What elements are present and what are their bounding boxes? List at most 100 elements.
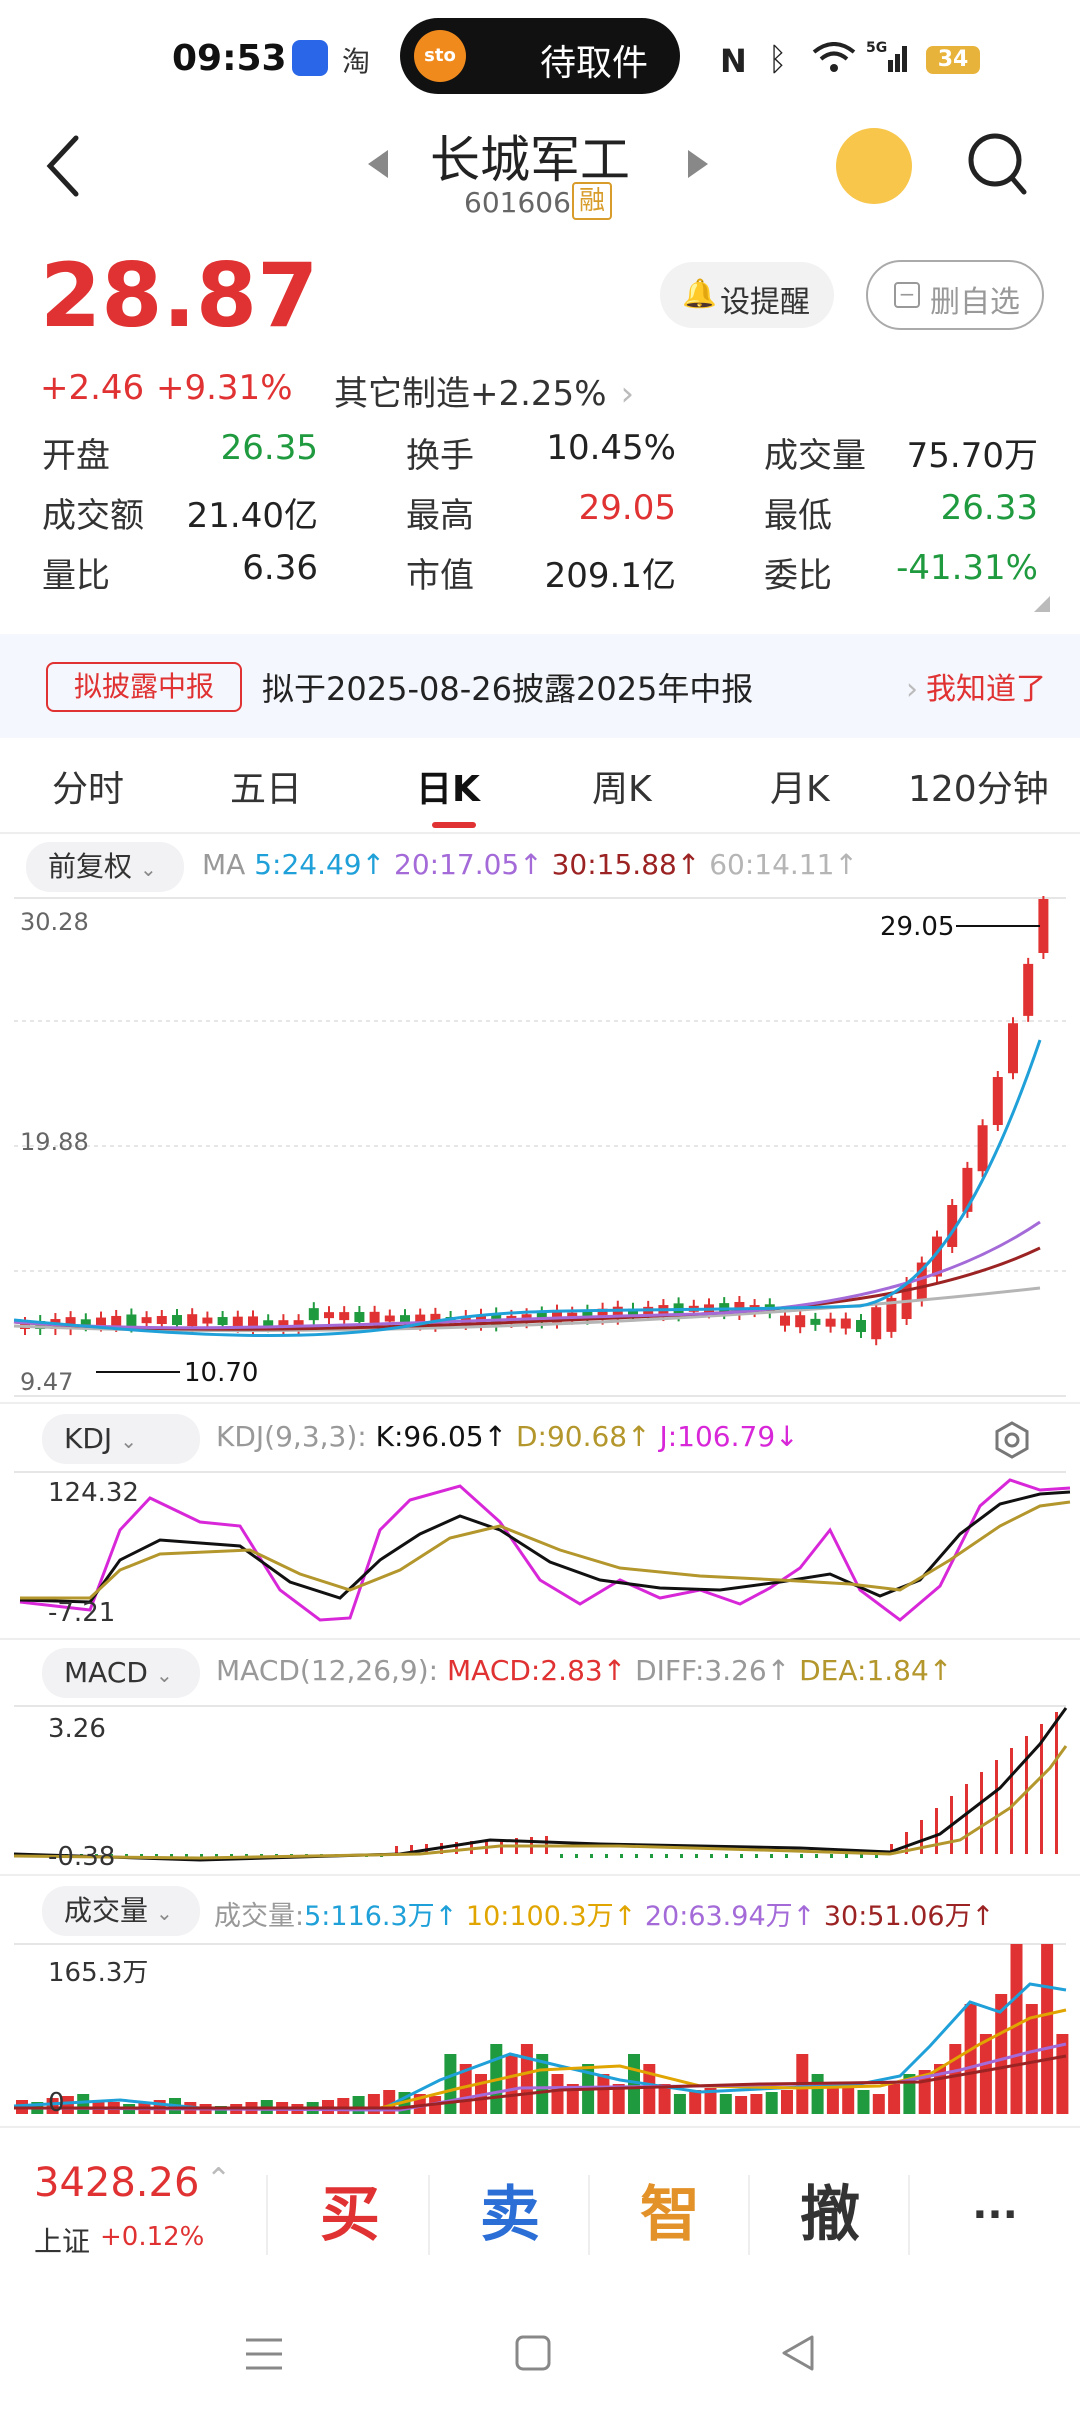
macd-chart[interactable]: [0, 1704, 1080, 1872]
macd-bar: [740, 1854, 743, 1858]
volume-bar: [520, 2044, 533, 2114]
macd-bar: [605, 1854, 608, 1858]
volume-prefix: 成交量:: [214, 1901, 305, 1932]
volume-bar: [750, 2094, 763, 2114]
macd-bar: [695, 1854, 698, 1858]
notice-badge: 拟披露中报: [46, 662, 242, 712]
expand-corner-icon[interactable]: [1034, 596, 1050, 612]
stat-label: 委比: [764, 556, 832, 596]
smart-button[interactable]: 智: [590, 2160, 750, 2270]
stock-header: 长城军工 601606 融: [0, 120, 1080, 240]
volume-bar: [505, 2054, 518, 2114]
up-arrow-icon: ↑: [928, 1654, 953, 1687]
sector-name: 其它制造: [334, 374, 470, 414]
nfc-icon: N: [720, 42, 747, 80]
volume-bar: [1041, 1944, 1054, 2114]
back-icon[interactable]: [780, 2334, 816, 2372]
stat-value: 21.40亿: [186, 496, 318, 536]
set-alert-button[interactable]: 🔔 设提醒: [660, 262, 834, 328]
mascot-icon[interactable]: [836, 128, 912, 204]
tab-0[interactable]: 分时: [52, 760, 124, 812]
svg-text:5G: 5G: [866, 40, 887, 56]
cancel-order-button[interactable]: 撤: [750, 2160, 910, 2270]
menu-icon[interactable]: [244, 2336, 284, 2372]
stat-value: 75.70万: [906, 436, 1038, 476]
up-arrow-icon: ↑: [483, 1420, 508, 1453]
up-arrow-icon: ↑: [519, 848, 543, 881]
tab-1[interactable]: 五日: [230, 760, 302, 812]
kdj-dropdown[interactable]: KDJ ⌄: [42, 1414, 200, 1464]
ma-label: MA: [202, 848, 246, 881]
dismiss-notice-link[interactable]: › 我知道了: [906, 664, 1046, 708]
sector-link[interactable]: 其它制造+2.25% ›: [334, 366, 634, 415]
dynamic-island[interactable]: sto 待取件: [400, 18, 680, 94]
chevron-right-icon: ›: [620, 374, 635, 414]
separator: [266, 2175, 268, 2255]
tab-3[interactable]: 周K: [592, 760, 652, 812]
home-icon[interactable]: [514, 2334, 552, 2372]
volume-legend: 成交量:5:116.3万↑ 10:100.3万↑ 20:63.94万↑ 30:5…: [214, 1894, 994, 1933]
up-arrow-icon: ↑: [627, 1420, 651, 1453]
volume-bar: [551, 2074, 564, 2114]
candlestick-chart[interactable]: [0, 896, 1080, 1400]
macd-bar: [980, 1772, 983, 1854]
more-button[interactable]: ···: [910, 2160, 1080, 2270]
kline-axis-mid: 19.88: [20, 1128, 89, 1156]
volume-bar: [949, 2044, 962, 2114]
buy-button[interactable]: 买: [270, 2160, 430, 2270]
battery-icon: 34: [926, 46, 980, 74]
macd-bar: [965, 1784, 968, 1854]
stat-label: 成交量: [764, 436, 866, 476]
volume-chart[interactable]: [0, 1942, 1080, 2120]
tab-2[interactable]: 日K: [416, 760, 480, 812]
remove-watchlist-label: 删自选: [930, 285, 1020, 320]
volume-bar: [689, 2090, 702, 2114]
macd-bar: [680, 1854, 683, 1858]
index-value: 3428.26: [34, 2160, 200, 2206]
stat-label: 最低: [764, 496, 832, 536]
notice-banner: 拟披露中报 拟于2025-08-26披露2025年中报 › 我知道了: [0, 634, 1080, 738]
notice-text: 拟于2025-08-26披露2025年中报: [262, 670, 754, 708]
macd-bar: [1025, 1736, 1028, 1854]
macd-legend: MACD(12,26,9): MACD:2.83↑ DIFF:3.26↑ DEA…: [216, 1654, 952, 1687]
chevron-up-icon: ⌃: [206, 2162, 232, 2197]
search-icon[interactable]: [966, 130, 1030, 198]
macd-bar: [815, 1854, 818, 1858]
macd-bar: [1055, 1712, 1058, 1854]
price-change-pct: +9.31%: [156, 368, 293, 408]
kdj-divider: [0, 1402, 1080, 1404]
vol10-value: 10:100.3万: [465, 1901, 614, 1932]
kdj-chart[interactable]: [0, 1470, 1080, 1636]
up-arrow-icon: ↑: [766, 1654, 791, 1687]
diff-value: DIFF:3.26: [635, 1654, 767, 1687]
indicator-settings-icon[interactable]: [992, 1420, 1032, 1460]
remove-watchlist-button[interactable]: − 删自选: [866, 260, 1044, 330]
up-arrow-icon: ↑: [834, 848, 858, 881]
up-arrow-icon: ↑: [971, 1901, 995, 1932]
volume-bar: [964, 2004, 977, 2114]
stat-label: 换手: [406, 436, 474, 476]
macd-bar: [770, 1854, 773, 1858]
index-widget[interactable]: 3428.26 ⌃ 上证 +0.12%: [34, 2160, 264, 2270]
prev-stock-icon[interactable]: [366, 148, 390, 180]
macd-params: MACD(12,26,9):: [216, 1654, 439, 1687]
up-arrow-icon: ↑: [434, 1901, 458, 1932]
adjust-dropdown[interactable]: 前复权 ⌄: [26, 842, 184, 892]
volume-bar: [444, 2054, 457, 2114]
macd-bar: [590, 1854, 593, 1858]
stat-value: 26.33: [940, 488, 1038, 528]
back-arrow-icon[interactable]: [44, 134, 84, 198]
macd-dropdown[interactable]: MACD ⌄: [42, 1648, 200, 1698]
trade-bar-divider: [0, 2126, 1080, 2128]
next-stock-icon[interactable]: [686, 148, 710, 180]
ma20-value: 20:17.05: [394, 848, 520, 881]
tab-5[interactable]: 120分钟: [908, 760, 1049, 812]
kdj-legend: KDJ(9,3,3): K:96.05↑ D:90.68↑ J:106.79↓: [216, 1420, 799, 1453]
volume-bar: [337, 2098, 350, 2114]
sell-button[interactable]: 卖: [430, 2160, 590, 2270]
app-icon: [292, 40, 328, 76]
margin-badge: 融: [572, 182, 612, 220]
tab-4[interactable]: 月K: [770, 760, 830, 812]
volume-dropdown[interactable]: 成交量 ⌄: [42, 1886, 200, 1936]
sector-pct: +2.25%: [470, 374, 607, 414]
